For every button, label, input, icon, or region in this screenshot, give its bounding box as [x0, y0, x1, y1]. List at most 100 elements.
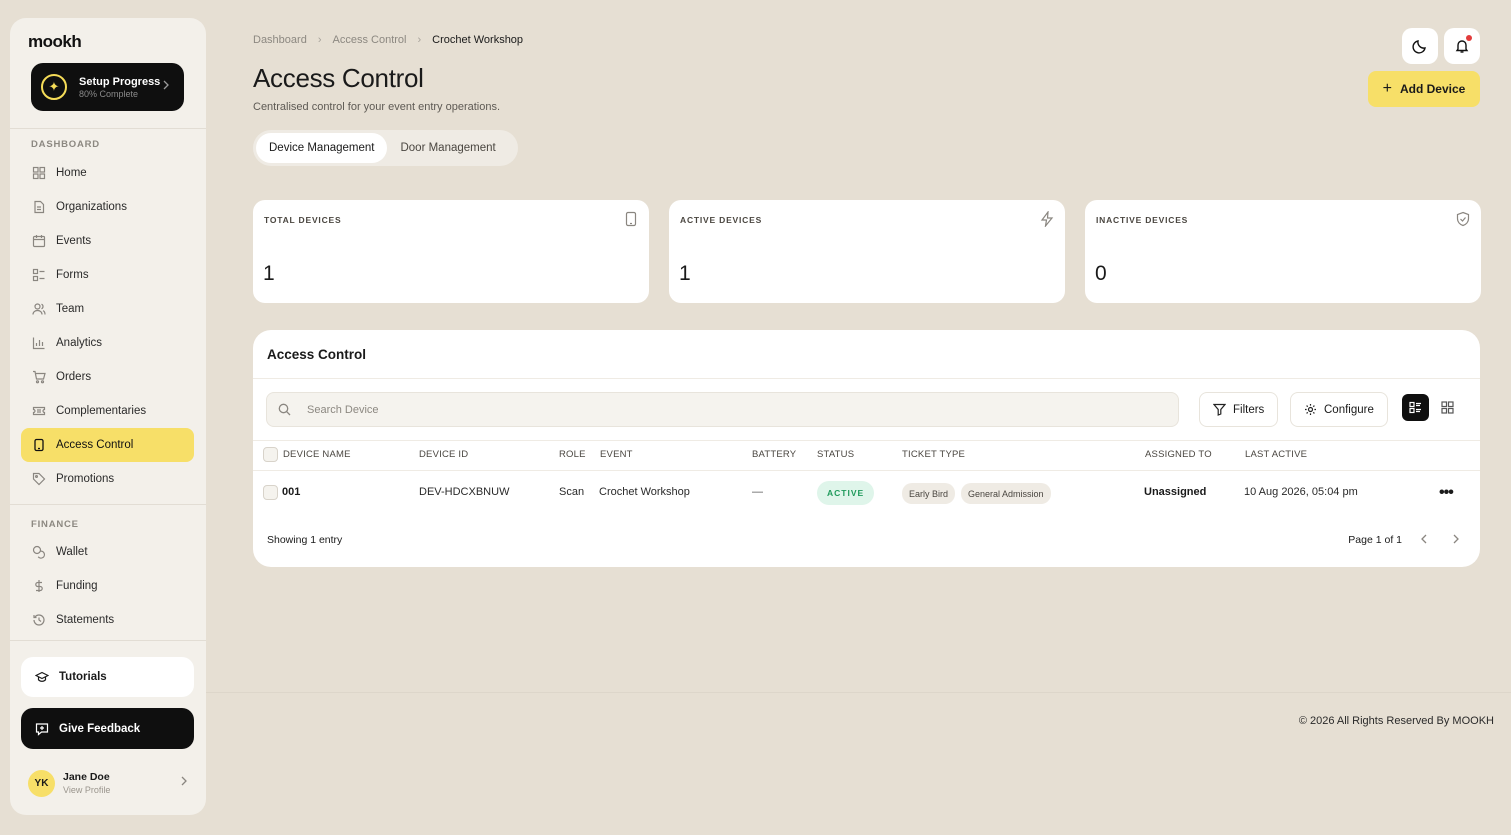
mookh-logo[interactable]: mookh — [28, 32, 82, 52]
column-header-status[interactable]: STATUS — [817, 449, 854, 460]
stat-label: INACTIVE DEVICES — [1096, 215, 1189, 225]
dollar-icon — [32, 579, 46, 593]
breadcrumb-item-access-control[interactable]: Access Control — [333, 34, 407, 46]
stat-card-inactive-devices: INACTIVE DEVICES 0 — [1085, 200, 1481, 303]
sidebar-item-funding[interactable]: Funding — [21, 569, 194, 603]
view-profile-link: View Profile — [63, 785, 111, 795]
sidebar-item-orders[interactable]: Orders — [21, 360, 194, 394]
sidebar-item-label: Orders — [56, 371, 92, 383]
give-feedback-label: Give Feedback — [59, 722, 141, 735]
sidebar-item-access-control[interactable]: Access Control — [21, 428, 194, 462]
cell-device-name[interactable]: 001 — [282, 486, 300, 498]
configure-label: Configure — [1324, 403, 1374, 416]
tab-door-management[interactable]: Door Management — [387, 133, 508, 163]
sidebar-item-analytics[interactable]: Analytics — [21, 326, 194, 360]
sidebar-item-complementaries[interactable]: Complementaries — [21, 394, 194, 428]
sidebar-item-label: Organizations — [56, 201, 127, 213]
column-header-role[interactable]: ROLE — [559, 449, 586, 460]
sidebar-item-statements[interactable]: Statements — [21, 603, 194, 637]
theme-toggle-button[interactable] — [1402, 28, 1438, 64]
select-all-checkbox[interactable] — [263, 447, 278, 462]
tag-icon — [32, 472, 46, 486]
document-icon — [32, 200, 46, 214]
footer-divider — [206, 692, 1511, 693]
column-header-last-active[interactable]: LAST ACTIVE — [1245, 449, 1307, 460]
search-field[interactable] — [266, 392, 1179, 427]
column-header-battery[interactable]: BATTERY — [752, 449, 796, 460]
column-header-ticket-type[interactable]: TICKET TYPE — [902, 449, 965, 460]
profile-link[interactable]: YK Jane Doe View Profile — [28, 766, 188, 800]
search-icon — [278, 403, 291, 416]
panel-title: Access Control — [267, 347, 367, 362]
sidebar-item-forms[interactable]: Forms — [21, 258, 194, 292]
profile-name: Jane Doe — [63, 771, 110, 783]
message-plus-icon — [35, 722, 49, 736]
add-device-button[interactable]: + Add Device — [1368, 71, 1480, 107]
sidebar-item-organizations[interactable]: Organizations — [21, 190, 194, 224]
shield-check-icon — [1455, 211, 1471, 227]
divider — [10, 640, 206, 641]
ticket-type-pill: General Admission — [961, 483, 1051, 504]
divider — [253, 470, 1480, 471]
users-icon — [32, 302, 46, 316]
column-header-event[interactable]: EVENT — [600, 449, 633, 460]
cell-device-id: DEV-HDCXBNUW — [419, 486, 510, 498]
sidebar-item-label: Access Control — [56, 439, 134, 451]
status-badge: ACTIVE — [817, 481, 875, 505]
divider — [10, 504, 206, 505]
notifications-button[interactable] — [1444, 28, 1480, 64]
stat-value: 0 — [1095, 262, 1107, 285]
tutorials-button[interactable]: Tutorials — [21, 657, 194, 697]
ticket-icon — [32, 404, 46, 418]
bolt-icon — [1039, 211, 1055, 227]
list-view-button[interactable] — [1402, 394, 1429, 421]
sidebar-item-label: Promotions — [56, 473, 115, 485]
setup-progress-subtitle: 80% Complete — [79, 88, 139, 99]
next-page-icon[interactable] — [1448, 531, 1464, 547]
column-header-assigned-to[interactable]: ASSIGNED TO — [1145, 449, 1212, 460]
cart-icon — [32, 370, 46, 384]
cell-last-active: 10 Aug 2026, 05:04 pm — [1244, 486, 1358, 498]
cell-assigned-to: Unassigned — [1144, 486, 1207, 498]
sidebar-item-label: Home — [56, 167, 87, 179]
avatar: YK — [28, 769, 55, 797]
give-feedback-button[interactable]: Give Feedback — [21, 708, 194, 749]
sidebar-item-label: Events — [56, 235, 92, 247]
plus-icon: + — [1382, 80, 1392, 97]
view-toggle — [1402, 394, 1461, 421]
add-device-label: Add Device — [1399, 82, 1466, 96]
cell-role: Scan — [559, 486, 585, 498]
section-label-finance: FINANCE — [31, 519, 79, 530]
grid-view-button[interactable] — [1434, 394, 1461, 421]
ticket-type-pill: Early Bird — [902, 483, 956, 504]
filter-icon — [1213, 403, 1226, 416]
tab-device-management[interactable]: Device Management — [256, 133, 388, 163]
column-header-device-id[interactable]: DEVICE ID — [419, 449, 468, 460]
sidebar-item-team[interactable]: Team — [21, 292, 194, 326]
calendar-icon — [32, 234, 46, 248]
setup-progress-card[interactable]: ✦ Setup Progress 80% Complete — [31, 63, 184, 111]
stat-card-total-devices: TOTAL DEVICES 1 — [253, 200, 649, 303]
breadcrumb-item-dashboard[interactable]: Dashboard — [253, 34, 307, 46]
showing-entries: Showing 1 entry — [267, 534, 343, 546]
sidebar-item-events[interactable]: Events — [21, 224, 194, 258]
history-icon — [32, 613, 46, 627]
filters-button[interactable]: Filters — [1199, 392, 1279, 427]
sidebar-item-wallet[interactable]: Wallet — [21, 535, 194, 569]
divider — [10, 128, 206, 129]
sidebar-item-home[interactable]: Home — [21, 156, 194, 190]
prev-page-icon[interactable] — [1416, 531, 1432, 547]
sidebar-item-label: Statements — [56, 614, 115, 626]
sidebar-item-promotions[interactable]: Promotions — [21, 462, 194, 496]
search-input[interactable] — [307, 403, 1107, 416]
moon-icon — [1412, 38, 1428, 54]
row-checkbox[interactable] — [263, 485, 278, 500]
configure-button[interactable]: Configure — [1290, 392, 1388, 427]
more-options-icon[interactable]: ••• — [1439, 484, 1454, 502]
page-info: Page 1 of 1 — [1348, 534, 1402, 546]
chevron-right-icon — [180, 776, 188, 786]
column-header-device-name[interactable]: DEVICE NAME — [283, 449, 351, 460]
sidebar-item-label: Analytics — [56, 337, 103, 349]
stat-label: TOTAL DEVICES — [264, 215, 342, 225]
progress-ring-icon: ✦ — [41, 74, 67, 100]
